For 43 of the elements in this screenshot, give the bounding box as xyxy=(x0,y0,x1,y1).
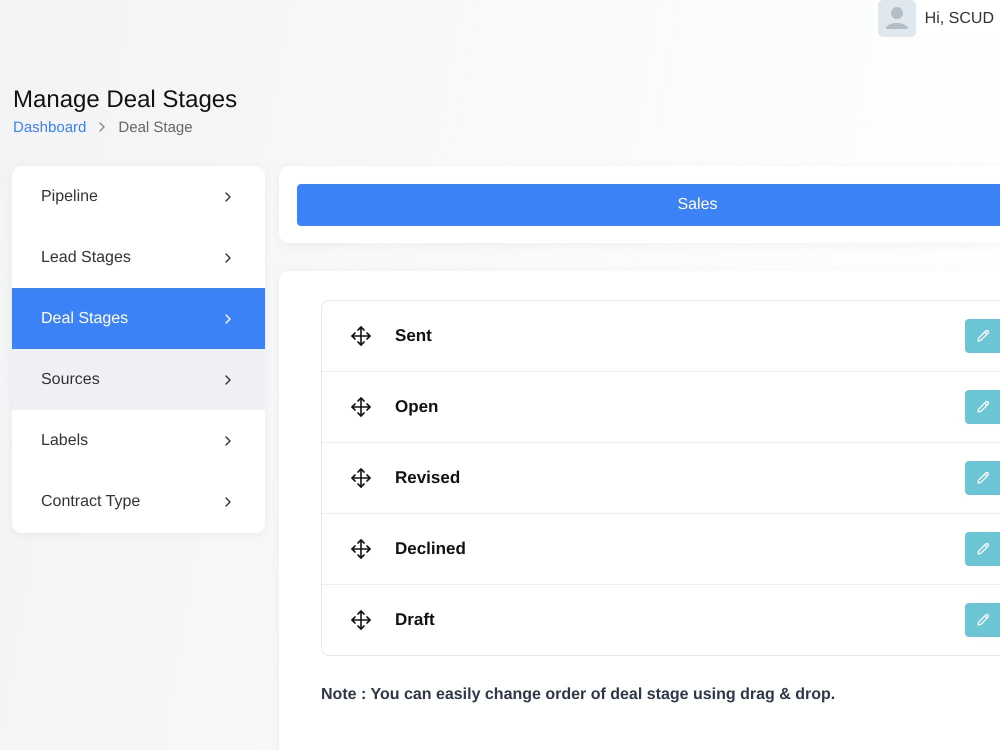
edit-button[interactable] xyxy=(965,603,1000,637)
chevron-right-icon xyxy=(225,374,231,384)
move-icon xyxy=(350,467,372,489)
chevron-right-icon xyxy=(225,497,231,507)
stage-row[interactable]: Draft xyxy=(322,585,1000,655)
move-icon xyxy=(350,396,372,418)
sidebar-item[interactable]: Lead Stages xyxy=(12,227,265,288)
stage-name: Sent xyxy=(395,326,433,346)
edit-button[interactable] xyxy=(965,390,1000,424)
stage-row[interactable]: Declined xyxy=(322,514,1000,585)
pencil-icon xyxy=(976,329,990,343)
move-icon xyxy=(350,609,372,631)
stage-name: Open xyxy=(395,397,440,417)
stage-name: Draft xyxy=(395,610,436,630)
chevron-right-icon xyxy=(225,252,231,262)
pencil-icon xyxy=(976,613,990,627)
pencil-icon xyxy=(976,400,990,414)
sidebar-item[interactable]: Pipeline xyxy=(12,166,265,227)
stage-name: Declined xyxy=(395,539,467,559)
edit-button[interactable] xyxy=(965,461,1000,495)
edit-button[interactable] xyxy=(965,319,1000,353)
edit-button[interactable] xyxy=(965,532,1000,566)
chevron-right-icon xyxy=(225,314,231,324)
pencil-icon xyxy=(976,542,990,556)
stage-row[interactable]: Revised xyxy=(322,443,1000,514)
sidebar-item[interactable]: Labels xyxy=(12,410,265,471)
chevron-right-icon xyxy=(99,122,106,132)
breadcrumb-current: Deal Stage xyxy=(118,118,193,136)
pencil-icon xyxy=(976,471,990,485)
note-text: Note : You can easily change order of deal stage using drag & drop. xyxy=(321,685,836,705)
page-title: Manage Deal Stages xyxy=(13,86,238,114)
stage-name: Revised xyxy=(395,468,462,488)
avatar-icon xyxy=(878,0,916,37)
move-icon xyxy=(350,325,372,347)
sidebar-item[interactable]: Deal Stages xyxy=(12,288,265,349)
pipeline-tab[interactable]: Sales xyxy=(297,184,1000,226)
move-icon xyxy=(350,538,372,560)
chevron-right-icon xyxy=(225,192,231,202)
sidebar-item[interactable]: Sources xyxy=(12,349,265,410)
stage-row[interactable]: Open xyxy=(322,372,1000,443)
chevron-right-icon xyxy=(225,436,231,446)
sidebar-item[interactable]: Contract Type xyxy=(12,471,265,533)
stage-row[interactable]: Sent xyxy=(322,301,1000,372)
